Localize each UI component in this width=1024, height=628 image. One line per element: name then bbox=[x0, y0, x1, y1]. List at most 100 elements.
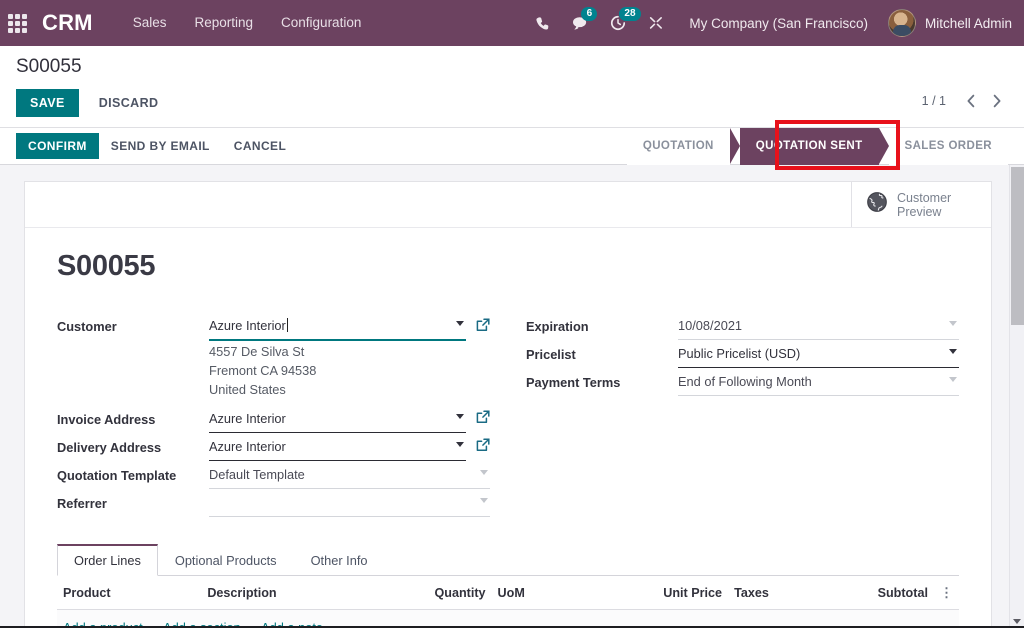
form-columns: Customer Azure Interior bbox=[57, 313, 959, 518]
column-description[interactable]: Description bbox=[201, 576, 384, 610]
label-payment-terms: Payment Terms bbox=[526, 369, 678, 397]
apps-grid-icon[interactable] bbox=[0, 0, 34, 46]
messages-badge: 6 bbox=[581, 7, 597, 21]
table-header-row: Product Description Quantity UoM Unit Pr… bbox=[57, 576, 959, 610]
form-column-right: Expiration 10/08/2021 Pricelist bbox=[526, 313, 959, 518]
confirm-button[interactable]: CONFIRM bbox=[16, 133, 99, 159]
label-expiration: Expiration bbox=[526, 313, 678, 341]
chevron-down-icon[interactable] bbox=[949, 321, 957, 326]
tab-optional-products[interactable]: Optional Products bbox=[158, 544, 294, 576]
delivery-address-input[interactable]: Azure Interior bbox=[209, 434, 466, 461]
label-customer: Customer bbox=[57, 313, 209, 341]
save-button[interactable]: SAVE bbox=[16, 89, 79, 117]
pricelist-input[interactable]: Public Pricelist (USD) bbox=[678, 341, 959, 368]
tab-order-lines[interactable]: Order Lines bbox=[57, 544, 158, 576]
notebook-tabs: Order Lines Optional Products Other Info bbox=[57, 544, 959, 576]
address-line-1: 4557 De Silva St bbox=[209, 342, 316, 361]
user-name: Mitchell Admin bbox=[925, 16, 1012, 31]
order-lines-table: Product Description Quantity UoM Unit Pr… bbox=[57, 576, 959, 626]
messages-icon[interactable]: 6 bbox=[561, 0, 599, 46]
tab-other-info[interactable]: Other Info bbox=[294, 544, 385, 576]
column-unit-price[interactable]: Unit Price bbox=[649, 576, 728, 610]
column-quantity[interactable]: Quantity bbox=[384, 576, 491, 610]
chevron-down-icon[interactable] bbox=[949, 349, 957, 354]
avatar bbox=[888, 9, 916, 37]
optional-columns-icon[interactable]: ⋮ bbox=[934, 576, 959, 610]
control-panel-buttons: SAVE DISCARD bbox=[16, 89, 1008, 117]
pager-previous-icon[interactable] bbox=[960, 90, 982, 112]
text-caret bbox=[287, 318, 288, 332]
customer-external-link-icon[interactable] bbox=[476, 318, 490, 337]
scrollbar-thumb[interactable] bbox=[1011, 167, 1024, 325]
field-row-expiration: Expiration 10/08/2021 bbox=[526, 313, 959, 341]
developer-tools-icon[interactable] bbox=[637, 0, 675, 46]
quotation-template-input[interactable]: Default Template bbox=[209, 462, 490, 489]
pricelist-value: Public Pricelist (USD) bbox=[678, 346, 800, 361]
column-uom[interactable]: UoM bbox=[492, 576, 649, 610]
field-row-pricelist: Pricelist Public Pricelist (USD) bbox=[526, 341, 959, 369]
chevron-down-icon[interactable] bbox=[949, 377, 957, 382]
chevron-down-icon[interactable] bbox=[456, 321, 464, 326]
chevron-down-icon[interactable] bbox=[456, 442, 464, 447]
add-a-product-link[interactable]: Add a product bbox=[63, 620, 143, 626]
discard-button[interactable]: DISCARD bbox=[87, 89, 171, 117]
expiration-value: 10/08/2021 bbox=[678, 318, 742, 333]
activities-clock-icon[interactable]: 28 bbox=[599, 0, 637, 46]
label-referrer: Referrer bbox=[57, 490, 209, 518]
status-action-bar: CONFIRM SEND BY EMAIL CANCEL QUOTATION Q… bbox=[0, 128, 1024, 165]
stage-sales-order[interactable]: SALES ORDER bbox=[889, 128, 1008, 165]
chevron-down-icon[interactable] bbox=[480, 498, 488, 503]
customer-preview-button[interactable]: Customer Preview bbox=[851, 182, 991, 227]
customer-input[interactable]: Azure Interior bbox=[209, 313, 466, 341]
menu-configuration[interactable]: Configuration bbox=[267, 0, 375, 46]
field-row-referrer: Referrer bbox=[57, 490, 490, 518]
delivery-address-value: Azure Interior bbox=[209, 439, 286, 454]
navbar-right-group: 6 28 My Company (San Francisco) Mitchell… bbox=[523, 0, 1024, 46]
referrer-input[interactable] bbox=[209, 490, 490, 517]
stage-quotation-sent[interactable]: QUOTATION SENT bbox=[740, 128, 879, 165]
form-scroll-area: Customer Preview S00055 Customer Azure I… bbox=[0, 165, 1024, 626]
field-row-quotation-template: Quotation Template Default Template bbox=[57, 462, 490, 490]
pager-next-icon[interactable] bbox=[986, 90, 1008, 112]
menu-reporting[interactable]: Reporting bbox=[180, 0, 267, 46]
column-product[interactable]: Product bbox=[57, 576, 201, 610]
address-line-2: Fremont CA 94538 bbox=[209, 361, 316, 380]
delivery-address-external-link-icon[interactable] bbox=[476, 438, 490, 457]
field-row-delivery-address: Delivery Address Azure Interior bbox=[57, 434, 490, 462]
invoice-address-external-link-icon[interactable] bbox=[476, 410, 490, 429]
breadcrumb[interactable]: S00055 bbox=[16, 56, 1008, 78]
vertical-scrollbar[interactable] bbox=[1009, 165, 1024, 626]
stat-label-line2: Preview bbox=[897, 205, 951, 219]
notebook: Order Lines Optional Products Other Info… bbox=[25, 544, 991, 626]
menu-sales[interactable]: Sales bbox=[119, 0, 181, 46]
add-a-section-link[interactable]: Add a section bbox=[163, 620, 241, 626]
label-quotation-template: Quotation Template bbox=[57, 462, 209, 490]
address-line-3: United States bbox=[209, 380, 316, 399]
company-selector[interactable]: My Company (San Francisco) bbox=[675, 16, 882, 31]
customer-preview-label: Customer Preview bbox=[897, 191, 951, 219]
chevron-down-icon[interactable] bbox=[1013, 619, 1021, 624]
app-brand-crm[interactable]: CRM bbox=[42, 10, 93, 36]
column-taxes[interactable]: Taxes bbox=[728, 576, 872, 610]
phone-icon[interactable] bbox=[523, 0, 561, 46]
payment-terms-value: End of Following Month bbox=[678, 374, 812, 389]
top-navbar: CRM Sales Reporting Configuration 6 28 M… bbox=[0, 0, 1024, 46]
invoice-address-input[interactable]: Azure Interior bbox=[209, 406, 466, 433]
chevron-down-icon[interactable] bbox=[480, 470, 488, 475]
user-menu[interactable]: Mitchell Admin bbox=[882, 9, 1012, 37]
sheet-body: S00055 Customer Azure Interior bbox=[25, 228, 991, 518]
expiration-input[interactable]: 10/08/2021 bbox=[678, 313, 959, 340]
payment-terms-input[interactable]: End of Following Month bbox=[678, 369, 959, 396]
stat-button-box: Customer Preview bbox=[25, 182, 991, 228]
add-a-note-link[interactable]: Add a note bbox=[261, 620, 323, 626]
pager: 1 / 1 bbox=[922, 90, 1008, 112]
customer-value: Azure Interior bbox=[209, 318, 286, 333]
label-delivery-address: Delivery Address bbox=[57, 434, 209, 462]
column-subtotal[interactable]: Subtotal bbox=[872, 576, 934, 610]
cancel-button[interactable]: CANCEL bbox=[222, 133, 298, 159]
send-by-email-button[interactable]: SEND BY EMAIL bbox=[99, 133, 222, 159]
field-row-payment-terms: Payment Terms End of Following Month bbox=[526, 369, 959, 397]
control-panel: S00055 SAVE DISCARD 1 / 1 bbox=[0, 46, 1024, 128]
chevron-down-icon[interactable] bbox=[456, 414, 464, 419]
stage-quotation[interactable]: QUOTATION bbox=[627, 128, 730, 165]
